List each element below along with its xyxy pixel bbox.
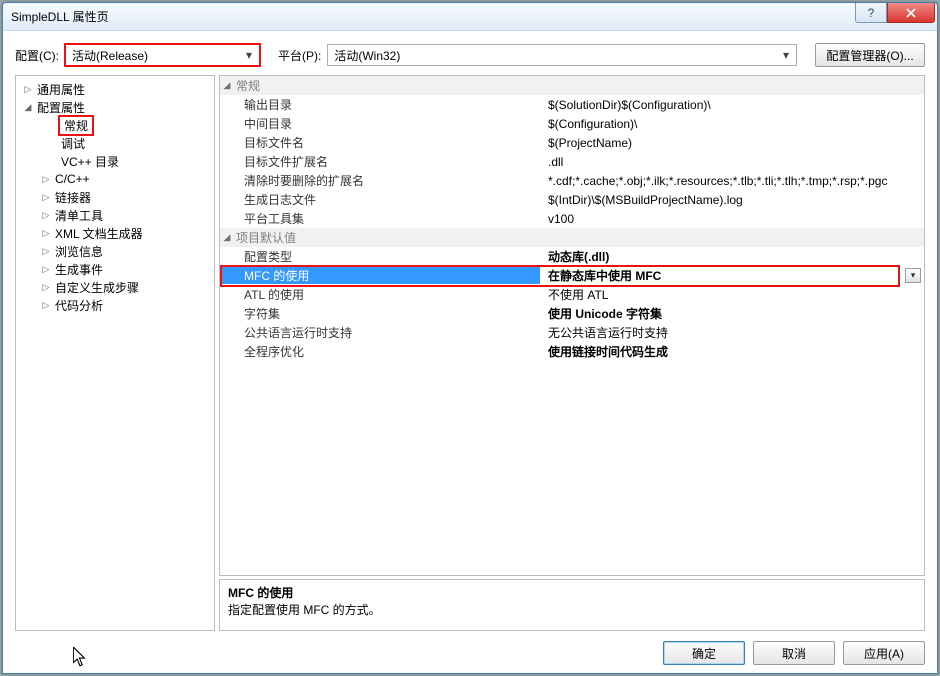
expand-icon: ▷	[40, 282, 52, 293]
collapse-icon: ◢	[220, 80, 234, 91]
tree-node-config-props[interactable]: ◢配置属性	[16, 98, 214, 116]
collapse-icon: ◢	[22, 102, 34, 113]
row-wpo[interactable]: 全程序优化使用链接时间代码生成	[220, 342, 924, 361]
apply-button[interactable]: 应用(A)	[843, 641, 925, 665]
row-int-dir[interactable]: 中间目录$(Configuration)\	[220, 114, 924, 133]
property-grid[interactable]: ◢常规 输出目录$(SolutionDir)$(Configuration)\ …	[219, 75, 925, 576]
tree-node-vcdir[interactable]: VC++ 目录	[16, 152, 214, 170]
chevron-down-icon: ▾	[778, 47, 794, 63]
titlebar[interactable]: SimpleDLL 属性页 ?	[3, 3, 937, 31]
tree-node-buildevents[interactable]: ▷生成事件	[16, 260, 214, 278]
tree-node-general[interactable]: 常规	[16, 116, 214, 134]
row-charset[interactable]: 字符集使用 Unicode 字符集	[220, 304, 924, 323]
property-panel: ◢常规 输出目录$(SolutionDir)$(Configuration)\ …	[219, 75, 925, 631]
row-mfc-use[interactable]: MFC 的使用 在静态库中使用 MFC ▾	[220, 266, 924, 285]
client-area: 配置(C): 活动(Release) ▾ 平台(P): 活动(Win32) ▾ …	[3, 31, 937, 673]
tree-node-xmldoc[interactable]: ▷XML 文档生成器	[16, 224, 214, 242]
body: ▷通用属性 ◢配置属性 常规 调试 VC++ 目录 ▷C/C++ ▷链接器 ▷清…	[15, 75, 925, 631]
config-bar: 配置(C): 活动(Release) ▾ 平台(P): 活动(Win32) ▾ …	[15, 43, 925, 67]
expand-icon: ▷	[40, 174, 52, 185]
row-toolset[interactable]: 平台工具集v100	[220, 209, 924, 228]
row-target-name[interactable]: 目标文件名$(ProjectName)	[220, 133, 924, 152]
window-title: SimpleDLL 属性页	[11, 8, 937, 25]
row-clean-ext[interactable]: 清除时要删除的扩展名*.cdf;*.cache;*.obj;*.ilk;*.re…	[220, 171, 924, 190]
platform-value: 活动(Win32)	[334, 47, 400, 64]
config-label: 配置(C):	[15, 47, 59, 64]
collapse-icon: ◢	[220, 232, 234, 243]
dialog-buttons: 确定 取消 应用(A)	[15, 641, 925, 665]
expand-icon: ▷	[40, 264, 52, 275]
expand-icon: ▷	[22, 84, 34, 95]
expand-icon: ▷	[40, 210, 52, 221]
tree-node-common[interactable]: ▷通用属性	[16, 80, 214, 98]
cancel-button[interactable]: 取消	[753, 641, 835, 665]
config-value: 活动(Release)	[72, 47, 148, 64]
config-manager-button[interactable]: 配置管理器(O)...	[815, 43, 925, 67]
nav-tree[interactable]: ▷通用属性 ◢配置属性 常规 调试 VC++ 目录 ▷C/C++ ▷链接器 ▷清…	[15, 75, 215, 631]
tree-node-browse[interactable]: ▷浏览信息	[16, 242, 214, 260]
category-general[interactable]: ◢常规	[220, 76, 924, 95]
row-clr[interactable]: 公共语言运行时支持无公共语言运行时支持	[220, 323, 924, 342]
expand-icon: ▷	[40, 228, 52, 239]
dialog-window: SimpleDLL 属性页 ? 配置(C): 活动(Release) ▾ 平台(…	[2, 2, 938, 674]
chevron-down-icon: ▾	[241, 47, 257, 63]
tree-node-linker[interactable]: ▷链接器	[16, 188, 214, 206]
description-text: 指定配置使用 MFC 的方式。	[228, 601, 916, 618]
tree-node-custom[interactable]: ▷自定义生成步骤	[16, 278, 214, 296]
expand-icon: ▷	[40, 246, 52, 257]
expand-icon: ▷	[40, 192, 52, 203]
description-title: MFC 的使用	[228, 584, 916, 601]
cursor-icon	[73, 647, 87, 667]
dropdown-button[interactable]: ▾	[905, 268, 921, 283]
chevron-down-icon: ▾	[911, 270, 916, 281]
row-build-log[interactable]: 生成日志文件$(IntDir)\$(MSBuildProjectName).lo…	[220, 190, 924, 209]
expand-icon: ▷	[40, 300, 52, 311]
tree-node-debug[interactable]: 调试	[16, 134, 214, 152]
tree-node-codeanalysis[interactable]: ▷代码分析	[16, 296, 214, 314]
description-pane: MFC 的使用 指定配置使用 MFC 的方式。	[219, 579, 925, 631]
row-output-dir[interactable]: 输出目录$(SolutionDir)$(Configuration)\	[220, 95, 924, 114]
tree-node-manifest[interactable]: ▷清单工具	[16, 206, 214, 224]
tree-node-ccpp[interactable]: ▷C/C++	[16, 170, 214, 188]
platform-label: 平台(P):	[278, 47, 321, 64]
ok-button[interactable]: 确定	[663, 641, 745, 665]
platform-combo[interactable]: 活动(Win32) ▾	[327, 44, 797, 66]
row-atl-use[interactable]: ATL 的使用不使用 ATL	[220, 285, 924, 304]
close-button[interactable]	[887, 3, 935, 23]
category-defaults[interactable]: ◢项目默认值	[220, 228, 924, 247]
row-config-type[interactable]: 配置类型动态库(.dll)	[220, 247, 924, 266]
window-buttons: ?	[855, 3, 935, 25]
config-combo[interactable]: 活动(Release) ▾	[65, 44, 260, 66]
row-target-ext[interactable]: 目标文件扩展名.dll	[220, 152, 924, 171]
help-button[interactable]: ?	[855, 3, 887, 23]
